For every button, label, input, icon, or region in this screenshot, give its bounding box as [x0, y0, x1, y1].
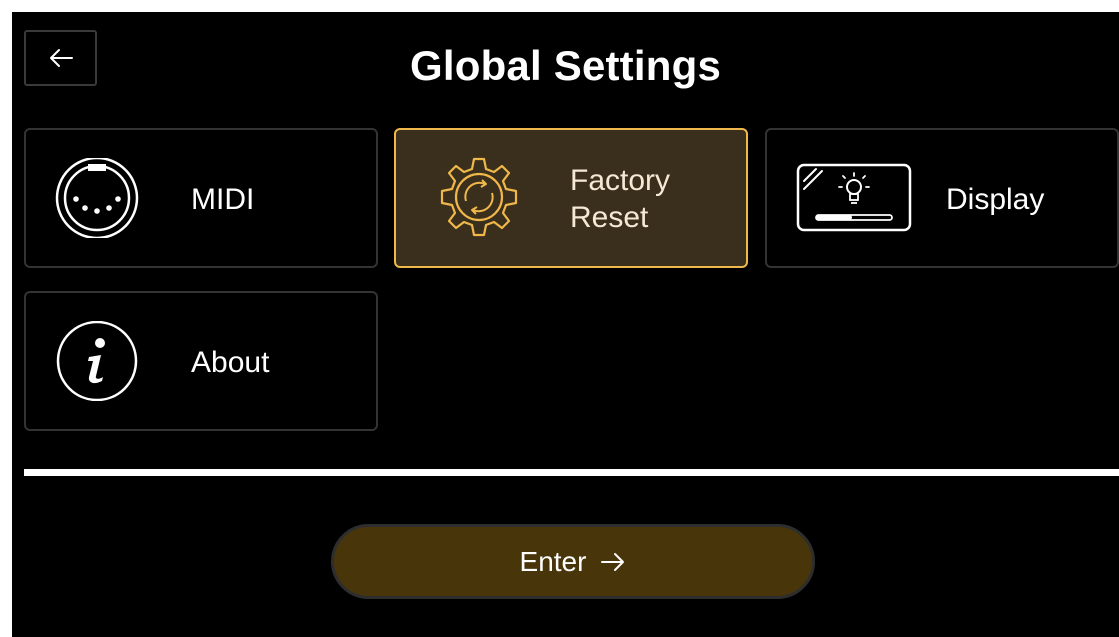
arrow-right-icon — [601, 552, 625, 571]
tile-display-label: Display — [946, 183, 1045, 216]
page-title: Global Settings — [409, 42, 722, 89]
tile-factory-reset-label: Factory Reset — [570, 164, 671, 234]
tile-midi[interactable]: MIDI — [24, 128, 378, 268]
tile-about-label: About — [191, 346, 270, 379]
tile-display[interactable]: Display — [765, 128, 1119, 268]
tile-factory-reset[interactable]: Factory Reset — [394, 128, 748, 268]
display-brightness-icon — [796, 163, 912, 232]
info-icon — [56, 321, 138, 401]
enter-button[interactable]: Enter — [331, 524, 815, 599]
divider — [24, 469, 1119, 476]
tile-about[interactable]: About — [24, 291, 378, 431]
enter-button-label: Enter — [519, 545, 587, 577]
tile-midi-label: MIDI — [191, 183, 255, 216]
gear-reset-icon — [440, 157, 518, 237]
midi-connector-icon — [55, 158, 139, 238]
settings-screen: Global Settings MIDI Factory Reset Displ… — [12, 12, 1119, 637]
